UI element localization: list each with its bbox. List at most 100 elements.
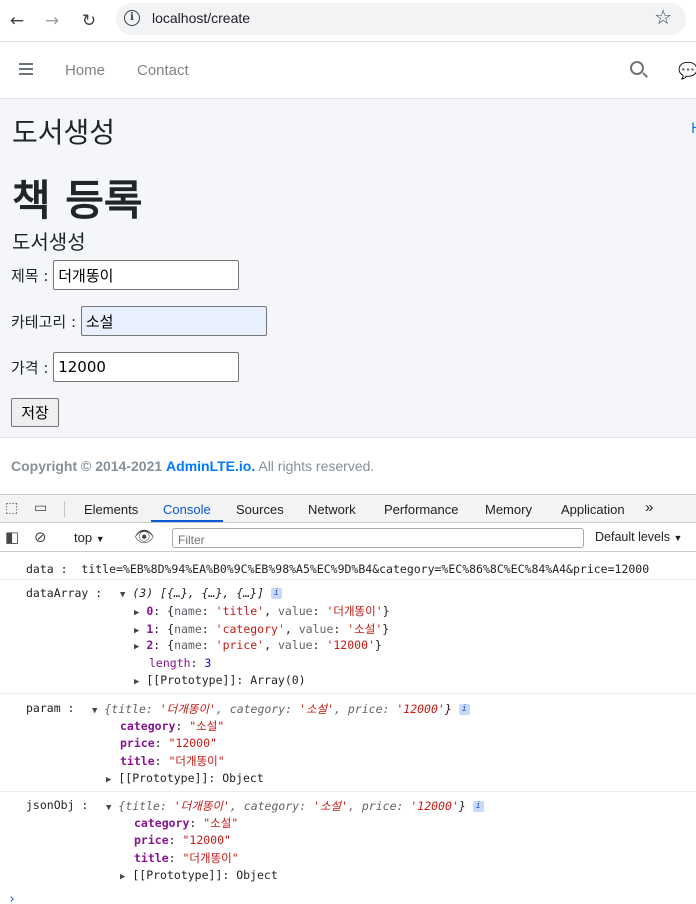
adminlte-link[interactable]: AdminLTE.io.	[166, 458, 255, 474]
context-selector[interactable]: top ▼	[74, 530, 105, 545]
more-tabs-chevron-icon[interactable]: »	[645, 499, 653, 516]
log-divider	[0, 693, 696, 694]
tab-elements[interactable]: Elements	[84, 502, 138, 517]
collapse-triangle-icon[interactable]: ▶	[134, 626, 139, 636]
dataarray-item-0[interactable]: ▶ 0: {name: 'title', value: '더개똥이'}	[134, 603, 390, 619]
bookmark-star-icon[interactable]: ☆	[654, 5, 672, 29]
category-row: 카테고리 :	[11, 306, 267, 336]
form-subheading: 도서생성	[12, 230, 86, 254]
hamburger-menu-icon[interactable]	[19, 63, 33, 75]
site-info-icon[interactable]: i	[124, 10, 140, 26]
collapse-triangle-icon[interactable]: ▶	[106, 775, 111, 785]
summary-part: , category:	[215, 702, 300, 716]
tab-performance[interactable]: Performance	[384, 502, 458, 517]
jsonobj-title: title: "더개똥이"	[134, 851, 239, 865]
comments-icon[interactable]: 💬	[678, 61, 696, 80]
console-filter-input[interactable]	[178, 531, 568, 549]
param-prototype[interactable]: ▶ [[Prototype]]: Object	[106, 771, 264, 785]
prop-key: price	[134, 833, 169, 847]
price-label: 가격 :	[11, 358, 49, 377]
param-price: price: "12000"	[120, 736, 217, 750]
console-prompt-chevron-icon[interactable]: ›	[8, 892, 16, 904]
collapse-triangle-icon[interactable]: ▶	[134, 677, 139, 687]
rights-text: All rights reserved.	[258, 458, 375, 474]
category-input[interactable]	[80, 306, 267, 336]
content-wrapper: 도서생성 H 책 등록 도서생성 제목 : 카테고리 : 가격 : 저장	[0, 99, 696, 437]
dataarray-prototype[interactable]: ▶ [[Prototype]]: Array(0)	[134, 673, 306, 687]
inspect-element-icon[interactable]: ⬚	[5, 500, 18, 516]
item-index: 0	[146, 604, 154, 618]
summary-part: {title:	[118, 799, 174, 813]
title-input[interactable]	[53, 260, 240, 290]
jsonobj-summary[interactable]: ▼ {title: '더개똥이', category: '소설', price:…	[106, 798, 484, 814]
summary-price: '12000'	[396, 702, 445, 716]
tab-application[interactable]: Application	[561, 502, 625, 517]
page-title: 도서생성	[12, 116, 116, 149]
tab-sources[interactable]: Sources	[236, 502, 284, 517]
address-bar[interactable]: i localhost/create ☆	[116, 3, 686, 35]
forward-arrow-icon[interactable]: →	[40, 9, 64, 33]
search-icon[interactable]	[630, 61, 644, 75]
copyright-text: Copyright © 2014-2021	[11, 458, 163, 474]
dataarray-length: length: 3	[149, 656, 212, 670]
item-index: 2	[146, 638, 154, 652]
back-arrow-icon[interactable]: ←	[5, 9, 29, 33]
live-expression-eye-icon[interactable]: 👁	[134, 527, 154, 546]
log-data-label: data :	[26, 562, 68, 576]
summary-category: '소설'	[299, 702, 335, 716]
dataarray-summary[interactable]: ▼ (3) [{…}, {…}, {…}] i	[120, 586, 282, 600]
dataarray-summary-text: (3) [{…}, {…}, {…}]	[132, 586, 264, 600]
summary-price: '12000'	[410, 799, 459, 813]
dataarray-item-1[interactable]: ▶ 1: {name: 'category', value: '소설'}	[134, 621, 389, 637]
summary-part: }	[458, 799, 466, 813]
expand-triangle-icon[interactable]: ▼	[106, 803, 111, 813]
sidebar-toggle-icon[interactable]: ◧	[5, 528, 19, 546]
info-badge-icon[interactable]: i	[458, 704, 470, 715]
nav-link-home[interactable]: Home	[65, 62, 105, 79]
log-divider	[0, 791, 696, 792]
prop-value: "12000"	[168, 736, 217, 750]
expand-triangle-icon[interactable]: ▼	[120, 590, 125, 600]
log-jsonobj-label: jsonObj :	[26, 798, 89, 812]
expand-triangle-icon[interactable]: ▼	[92, 706, 97, 716]
tab-memory[interactable]: Memory	[485, 502, 532, 517]
nav-link-contact[interactable]: Contact	[137, 62, 189, 79]
title-label: 제목 :	[11, 266, 49, 285]
log-data-value[interactable]: title=%EB%8D%94%EA%B0%9C%EB%98%A5%EC%9D%…	[81, 562, 649, 576]
active-tab-indicator	[151, 520, 223, 522]
param-summary[interactable]: ▼ {title: '더개똥이', category: '소설', price:…	[92, 701, 470, 717]
tab-console[interactable]: Console	[163, 502, 211, 517]
breadcrumb[interactable]: H	[691, 121, 696, 137]
summary-part: , price:	[348, 799, 411, 813]
prop-key: category	[134, 816, 190, 830]
collapse-triangle-icon[interactable]: ▶	[134, 642, 139, 652]
param-title: title: "더개똥이"	[120, 754, 225, 768]
jsonobj-prototype[interactable]: ▶ [[Prototype]]: Object	[120, 868, 278, 882]
info-badge-icon[interactable]: i	[270, 588, 282, 599]
item-value: '12000'	[326, 638, 375, 652]
prop-key: title	[120, 754, 155, 768]
prop-value: "더개똥이"	[168, 754, 225, 768]
prototype-text: [[Prototype]]: Array(0)	[146, 673, 306, 687]
browser-toolbar: ← → ↻ i localhost/create ☆	[0, 0, 696, 42]
collapse-triangle-icon[interactable]: ▶	[134, 608, 139, 618]
prop-key: price	[120, 736, 155, 750]
tabbar-divider	[64, 501, 65, 517]
param-category: category: "소설"	[120, 719, 225, 733]
console-toolbar: ◧ ⊘ top ▼ 👁 Default levels ▼	[0, 524, 696, 552]
info-badge-icon[interactable]: i	[472, 801, 484, 812]
tab-network[interactable]: Network	[308, 502, 356, 517]
summary-category: '소설'	[313, 799, 349, 813]
clear-console-icon[interactable]: ⊘	[34, 528, 47, 546]
url-text[interactable]: localhost/create	[152, 10, 250, 26]
devtools-tabbar: ⬚ ▭ Elements Console Sources Network Per…	[0, 494, 696, 523]
collapse-triangle-icon[interactable]: ▶	[120, 872, 125, 882]
summary-title: '더개똥이'	[173, 799, 230, 813]
price-input[interactable]	[53, 352, 240, 382]
dataarray-item-2[interactable]: ▶ 2: {name: 'price', value: '12000'}	[134, 638, 382, 652]
device-toolbar-icon[interactable]: ▭	[34, 500, 47, 516]
form-heading: 책 등록	[12, 176, 143, 225]
log-levels-dropdown[interactable]: Default levels ▼	[595, 530, 682, 544]
save-button[interactable]: 저장	[11, 398, 59, 427]
reload-icon[interactable]: ↻	[77, 9, 101, 33]
